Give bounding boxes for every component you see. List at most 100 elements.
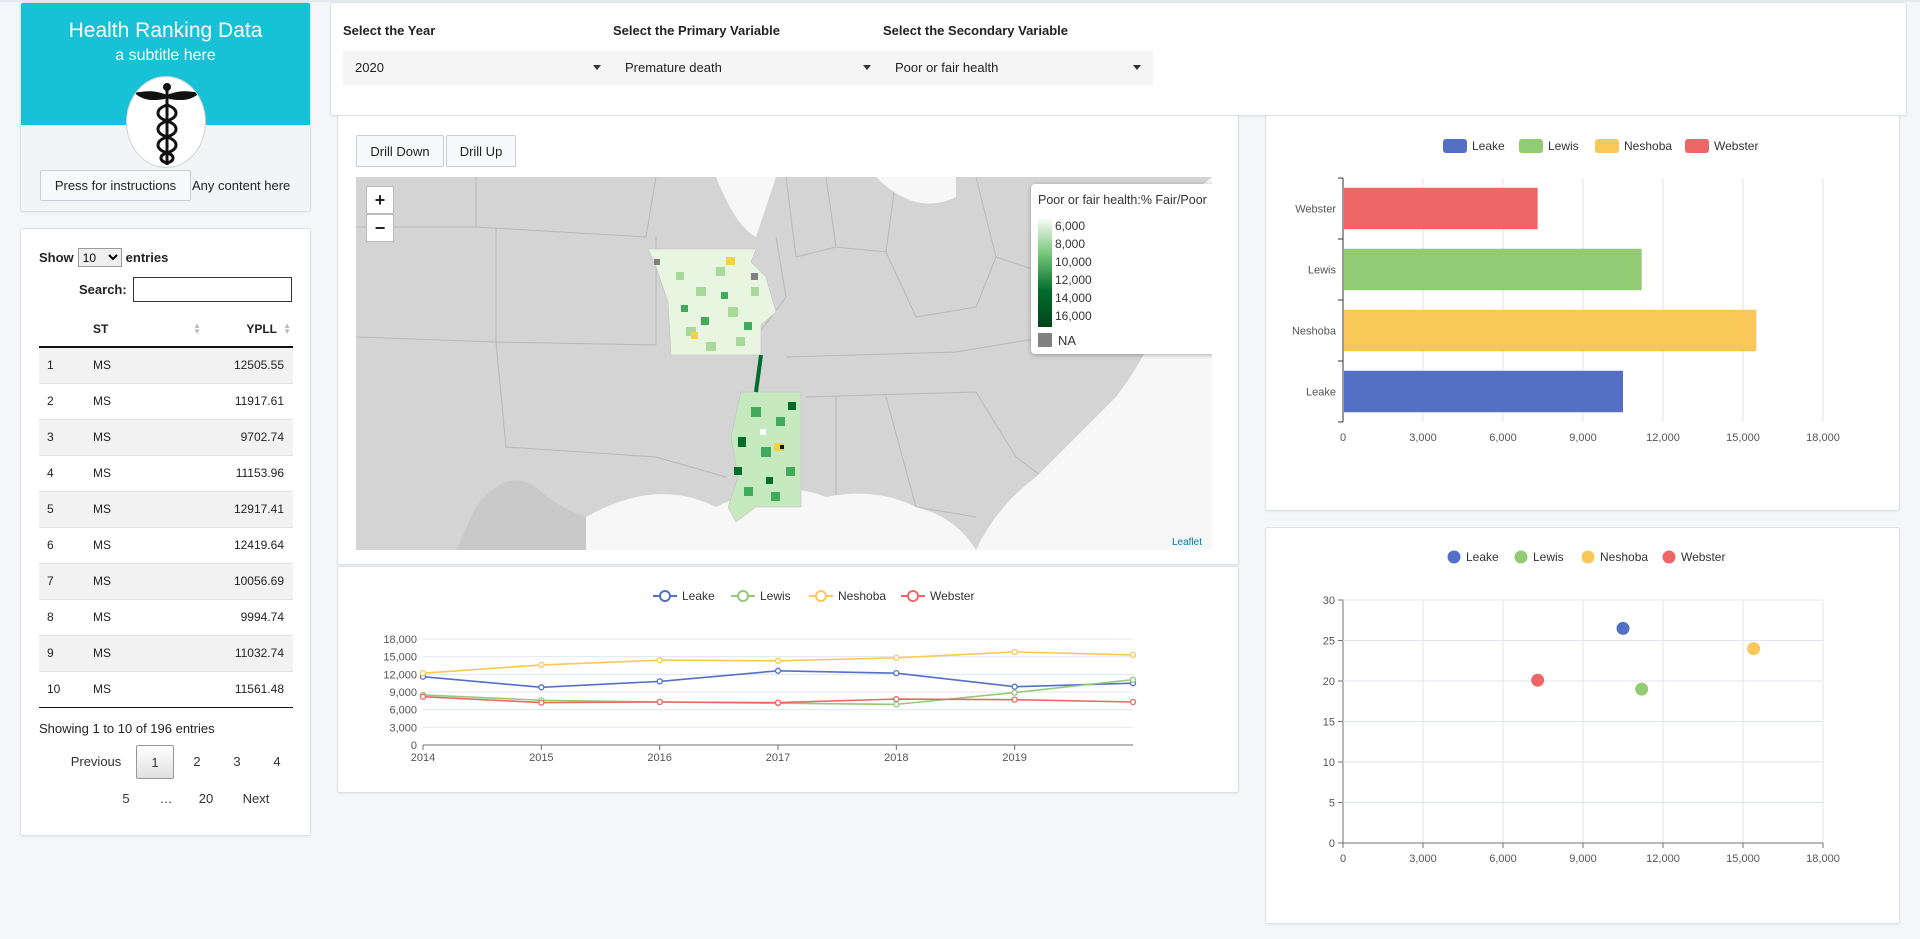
data-point[interactable]: [419, 693, 427, 700]
page-button-3[interactable]: 3: [218, 745, 256, 779]
data-point[interactable]: [656, 678, 663, 685]
primary-select-label: Select the Primary Variable: [613, 23, 780, 38]
data-point[interactable]: [538, 661, 545, 669]
scatter-chart: Leake Lewis Neshoba Webster 0 3,000 6,000 9,000…: [1323, 550, 1840, 865]
page-length-select[interactable]: 10: [77, 248, 122, 267]
table-row[interactable]: 3 MS 9702.74: [39, 418, 293, 455]
data-point[interactable]: [893, 695, 900, 703]
column-header-st-label: ST: [93, 321, 109, 336]
chevron-down-icon: [593, 65, 601, 70]
data-point[interactable]: [893, 670, 900, 677]
data-point[interactable]: [774, 667, 782, 674]
data-point[interactable]: [893, 654, 900, 661]
table-row[interactable]: 5 MS 12917.41: [39, 490, 293, 527]
data-point[interactable]: [893, 701, 900, 708]
year-select-value: 2020: [355, 60, 384, 75]
legend-label: Webster: [930, 589, 974, 603]
column-header-ypll[interactable]: YPLL ▲ ▼: [203, 311, 293, 348]
data-point[interactable]: [419, 670, 427, 677]
legend-item-lewis[interactable]: Lewis: [731, 589, 791, 603]
data-point[interactable]: [774, 699, 782, 706]
zoom-in-button[interactable]: +: [366, 186, 394, 214]
x-tick-label: 9,000: [1569, 853, 1597, 865]
legend-tick: 10,000: [1055, 255, 1092, 269]
bar-lewis[interactable]: [1344, 248, 1642, 291]
legend-item-neshoba[interactable]: Neshoba: [1581, 550, 1649, 564]
y-tick-label: 15: [1323, 717, 1335, 729]
page-button-1[interactable]: 1: [136, 745, 174, 779]
bar-webster[interactable]: [1344, 187, 1538, 230]
year-select[interactable]: 2020: [343, 51, 613, 85]
data-point[interactable]: [538, 699, 545, 706]
legend-item-lewis[interactable]: Lewis: [1514, 550, 1564, 564]
primary-variable-select[interactable]: Premature death: [613, 51, 883, 85]
y-tick-label: 18,000: [383, 634, 417, 646]
data-point[interactable]: [1011, 683, 1018, 690]
legend-na-swatch: [1038, 333, 1052, 347]
secondary-select-label: Select the Secondary Variable: [883, 23, 1068, 38]
legend-item-neshoba[interactable]: Neshoba: [809, 589, 886, 603]
table-row[interactable]: 6 MS 12419.64: [39, 526, 293, 563]
state-cell: MS: [93, 490, 203, 527]
drill-up-button[interactable]: Drill Up: [446, 135, 516, 167]
legend-label: Leake: [682, 589, 715, 603]
choropleth-map[interactable]: + − Poor or fair health:% Fair/Poor 6,00…: [356, 177, 1212, 550]
state-cell: MS: [93, 670, 203, 708]
instructions-button[interactable]: Press for instructions: [40, 170, 191, 201]
legend-item-webster[interactable]: Webster: [901, 589, 974, 603]
page-button-5[interactable]: 5: [107, 782, 145, 816]
row-index-cell: 8: [39, 598, 93, 635]
search-input[interactable]: [132, 277, 292, 302]
drill-down-button[interactable]: Drill Down: [356, 135, 444, 167]
data-point[interactable]: [656, 657, 663, 664]
legend-item-webster[interactable]: Webster: [1685, 139, 1758, 153]
scatter-point-neshoba[interactable]: [1747, 642, 1761, 656]
data-point[interactable]: [1129, 676, 1137, 683]
data-table: ST ▲ ▼ YPLL ▲ ▼ 1 MS 12505.55 2 MS 11917.61 3 MS 970…: [39, 311, 293, 708]
previous-button[interactable]: Previous: [61, 745, 131, 779]
data-point[interactable]: [774, 657, 782, 664]
row-index-cell: 10: [39, 670, 93, 708]
page-button-20[interactable]: 20: [187, 782, 225, 816]
x-tick-label: 2018: [884, 752, 908, 764]
table-row[interactable]: 9 MS 11032.74: [39, 634, 293, 671]
page-button-2[interactable]: 2: [178, 745, 216, 779]
ypll-cell: 9994.74: [203, 598, 293, 635]
legend-item-leake[interactable]: Leake: [1447, 550, 1500, 564]
legend-label: Leake: [1472, 139, 1505, 153]
data-point[interactable]: [1011, 696, 1018, 703]
data-point[interactable]: [656, 698, 663, 706]
scatter-point-lewis[interactable]: [1635, 682, 1649, 696]
bar-leake[interactable]: [1344, 370, 1623, 413]
table-row[interactable]: 10 MS 11561.48: [39, 670, 293, 708]
table-row[interactable]: 7 MS 10056.69: [39, 562, 293, 599]
legend-item-leake[interactable]: Leake: [1443, 139, 1505, 153]
legend-item-lewis[interactable]: Lewis: [1519, 139, 1579, 153]
data-point[interactable]: [538, 684, 545, 691]
legend-item-webster[interactable]: Webster: [1662, 550, 1726, 564]
scatter-point-leake[interactable]: [1616, 621, 1630, 635]
y-tick-label: 9,000: [389, 687, 417, 699]
data-point[interactable]: [1011, 689, 1018, 696]
x-tick-label: 2017: [766, 752, 790, 764]
y-tick-label: 12,000: [383, 669, 417, 681]
next-button[interactable]: Next: [231, 782, 281, 816]
column-header-st[interactable]: ST ▲ ▼: [93, 311, 203, 348]
page-button-4[interactable]: 4: [258, 745, 296, 779]
data-point[interactable]: [1011, 648, 1018, 656]
table-row[interactable]: 1 MS 12505.55: [39, 346, 293, 383]
secondary-variable-select[interactable]: Poor or fair health: [883, 51, 1153, 85]
table-row[interactable]: 8 MS 9994.74: [39, 598, 293, 635]
column-header-index[interactable]: [39, 311, 93, 348]
legend-item-neshoba[interactable]: Neshoba: [1595, 139, 1672, 153]
data-point[interactable]: [1129, 698, 1137, 706]
scatter-point-webster[interactable]: [1531, 673, 1545, 687]
table-row[interactable]: 4 MS 11153.96: [39, 454, 293, 491]
leaflet-attribution-link[interactable]: Leaflet: [1172, 537, 1202, 548]
legend-tick: 6,000: [1055, 219, 1086, 233]
zoom-out-button[interactable]: −: [366, 214, 394, 242]
legend-item-leake[interactable]: Leake: [653, 589, 715, 603]
bar-neshoba[interactable]: [1344, 309, 1757, 352]
data-point[interactable]: [1129, 651, 1137, 659]
table-row[interactable]: 2 MS 11917.61: [39, 382, 293, 419]
